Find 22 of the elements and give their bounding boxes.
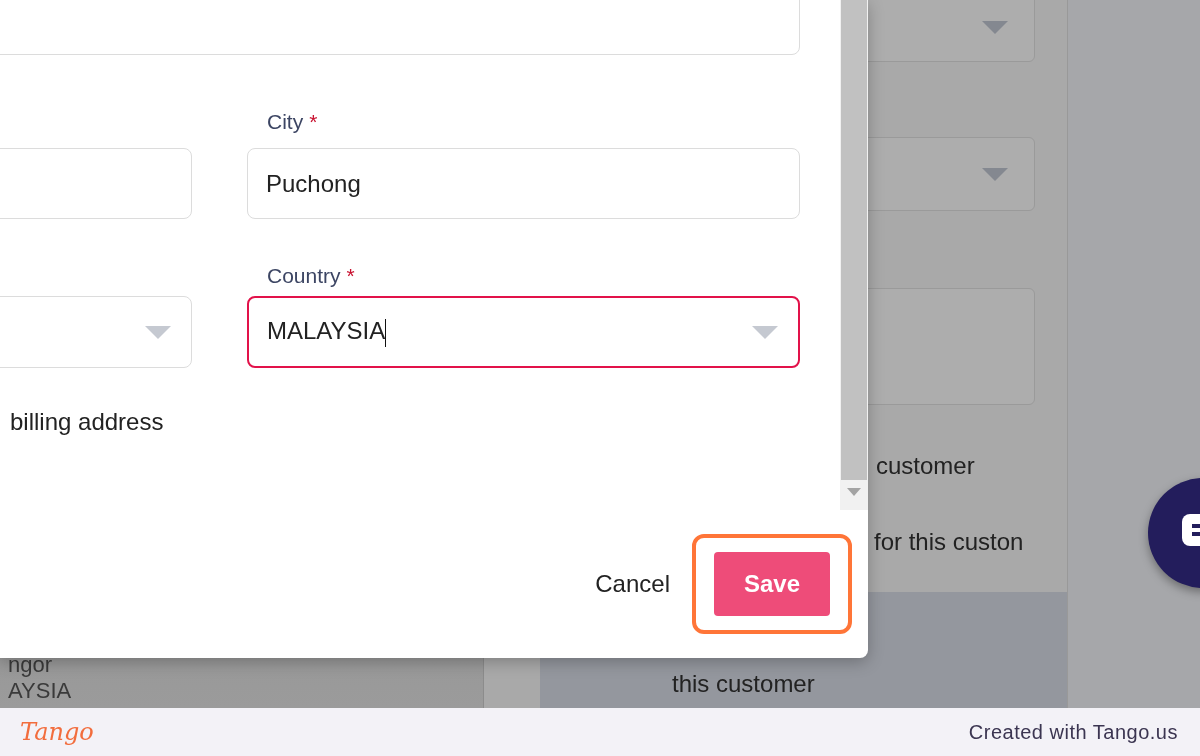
input-field[interactable]: Puchong [247,148,800,219]
option-row[interactable]: customer [868,441,1067,491]
field-label: Country * [266,264,356,288]
caret-icon [980,19,1010,35]
brand-logo: Tango [20,718,94,746]
caret-icon [143,324,173,340]
save-button[interactable]: Save [714,552,830,616]
select-field[interactable] [0,296,192,368]
caret-icon [980,166,1010,182]
field-label: City * [266,110,319,134]
option-row[interactable]: for this custon [868,517,1067,567]
input-field[interactable] [0,148,192,219]
scrollbar[interactable] [840,0,868,510]
cancel-button[interactable]: Cancel [595,570,670,598]
checkbox-label[interactable]: billing address [10,408,840,436]
input-field[interactable] [0,0,800,55]
address-text: AYSIA [8,678,73,704]
address-text: ngor [8,652,54,678]
scroll-arrow-icon[interactable] [847,488,861,496]
credit-text: Created with Tango.us [968,720,1178,744]
select-field[interactable]: MALAYSIA [247,296,800,368]
caret-icon [750,324,780,340]
